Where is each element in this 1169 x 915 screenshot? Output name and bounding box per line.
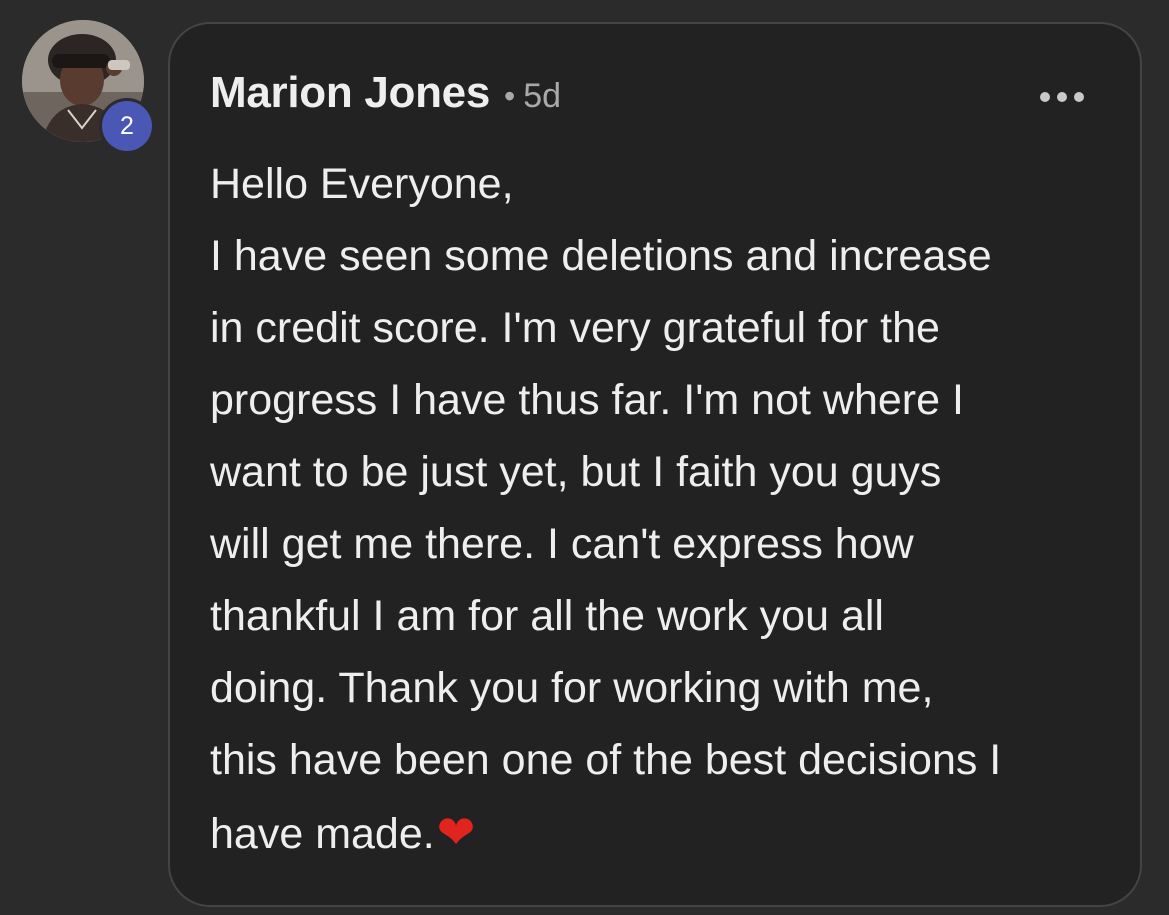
heart-emoji: ❤ bbox=[436, 806, 476, 858]
badge-count: 2 bbox=[102, 101, 152, 151]
separator-dot: • bbox=[504, 78, 516, 114]
comment-thread: 2 Marion Jones • 5d Hello Everyone, I ha… bbox=[0, 0, 1169, 915]
timestamp: 5d bbox=[523, 77, 562, 115]
author-name[interactable]: Marion Jones bbox=[210, 68, 490, 118]
avatar-container[interactable]: 2 bbox=[22, 20, 155, 154]
comment-text: Hello Everyone, I have seen some deletio… bbox=[210, 160, 1002, 858]
comment-header: Marion Jones • 5d bbox=[210, 68, 561, 118]
comment-body: Hello Everyone, I have seen some deletio… bbox=[210, 148, 1120, 870]
notification-badge: 2 bbox=[99, 98, 155, 154]
dot bbox=[1074, 92, 1084, 102]
more-horizontal-icon[interactable] bbox=[1040, 90, 1084, 104]
dot bbox=[1040, 92, 1050, 102]
dot bbox=[1057, 92, 1067, 102]
comment-card: Marion Jones • 5d Hello Everyone, I have… bbox=[168, 22, 1142, 907]
